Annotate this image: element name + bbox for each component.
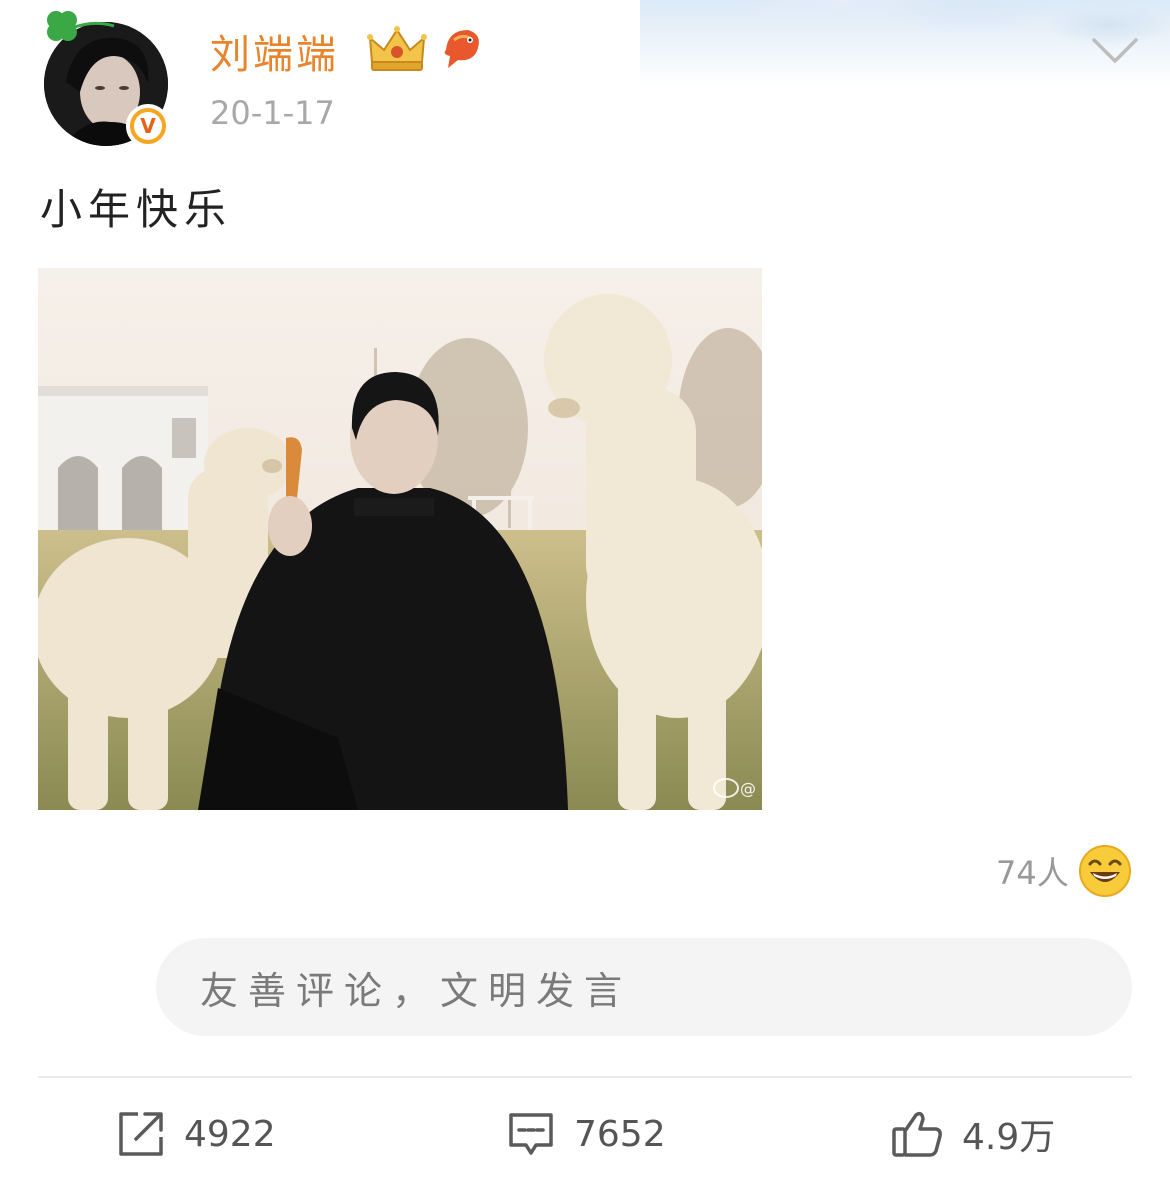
crown-icon[interactable]	[366, 24, 428, 74]
clover-icon	[47, 11, 115, 41]
avatar-container[interactable]: V	[40, 11, 170, 148]
comment-input[interactable]: 友善评论，文明发言	[156, 938, 1132, 1036]
chevron-down-icon[interactable]	[1090, 34, 1140, 68]
thumbs-up-icon	[892, 1111, 942, 1157]
post-text: 小年快乐	[40, 185, 233, 234]
verified-label: V	[134, 112, 162, 140]
repost-button[interactable]: 4922	[116, 1106, 276, 1162]
laugh-emoji-icon[interactable]	[1078, 844, 1132, 898]
user-name[interactable]: 刘端端	[210, 22, 339, 80]
like-button[interactable]: 4.9万	[890, 1106, 1055, 1162]
header-background	[640, 0, 1170, 160]
reaction-count[interactable]: 74人	[996, 848, 1069, 894]
verified-icon: V	[126, 104, 170, 148]
fish-icon[interactable]	[436, 22, 486, 72]
post-time: 20-1-17	[210, 94, 335, 132]
comment-placeholder: 友善评论，文明发言	[200, 968, 633, 1013]
comment-icon	[509, 1113, 553, 1155]
divider	[38, 1076, 1132, 1078]
post-image[interactable]: @	[38, 268, 762, 810]
like-count: 4.9万	[962, 1117, 1056, 1158]
comment-button[interactable]: 7652	[506, 1106, 666, 1162]
repost-icon	[119, 1112, 163, 1156]
repost-count: 4922	[184, 1113, 276, 1155]
comment-count: 7652	[574, 1113, 666, 1155]
image-watermark: @	[740, 779, 756, 798]
